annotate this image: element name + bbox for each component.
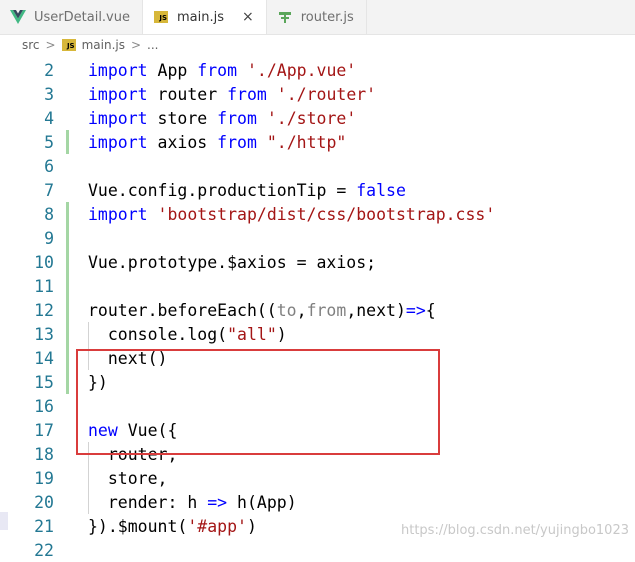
git-added-marker — [66, 202, 69, 226]
line-number: 17 — [34, 420, 54, 440]
chevron-right-icon: > — [45, 38, 56, 52]
line-number: 10 — [34, 252, 54, 272]
line-number: 8 — [44, 204, 54, 224]
git-added-marker — [66, 370, 69, 394]
code-line[interactable]: 5 import axios from "./http" — [0, 130, 635, 154]
breadcrumb: src > JS main.js > ... — [0, 34, 635, 56]
breadcrumb-folder[interactable]: src — [22, 38, 40, 52]
breadcrumb-file[interactable]: main.js — [82, 38, 125, 52]
tab-label: router.js — [300, 9, 354, 25]
code-line[interactable]: 10 Vue.prototype.$axios = axios; — [0, 250, 635, 274]
code-line[interactable]: 12 router.beforeEach((to,from,next)=>{ — [0, 298, 635, 322]
close-icon[interactable]: × — [242, 9, 254, 25]
code-text: import 'bootstrap/dist/css/bootstrap.css… — [88, 204, 496, 224]
line-number: 3 — [44, 84, 54, 104]
line-number: 18 — [34, 444, 54, 464]
code-line[interactable]: 4 import store from './store' — [0, 106, 635, 130]
git-added-marker — [66, 274, 69, 298]
git-added-marker — [66, 250, 69, 274]
line-number: 4 — [44, 108, 54, 128]
code-line[interactable]: 19 store, — [0, 466, 635, 490]
code-line[interactable]: 6 — [0, 154, 635, 178]
line-number: 9 — [44, 228, 54, 248]
code-text: import router from './router' — [88, 84, 377, 104]
line-number: 21 — [34, 516, 54, 536]
js-icon: JS — [61, 39, 76, 51]
code-line[interactable]: 11 — [0, 274, 635, 298]
git-added-marker — [66, 298, 69, 322]
code-text: import axios from "./http" — [88, 132, 347, 152]
code-text: store, — [88, 468, 168, 488]
watermark: https://blog.csdn.net/yujingbo1023 — [401, 523, 629, 538]
highlight-box — [76, 349, 440, 455]
line-number: 22 — [34, 540, 54, 560]
chevron-right-icon: > — [130, 38, 142, 52]
code-line[interactable]: 7 Vue.config.productionTip = false — [0, 178, 635, 202]
line-number: 13 — [34, 324, 54, 344]
git-added-marker — [66, 130, 69, 154]
code-line[interactable]: 13 console.log("all") — [0, 322, 635, 346]
git-added-marker — [66, 346, 69, 370]
editor-tab-bar: UserDetail.vue JS main.js × router.js — [0, 0, 635, 35]
code-text: Vue.prototype.$axios = axios; — [88, 252, 377, 272]
code-line[interactable]: 22 — [0, 538, 635, 562]
breadcrumb-more[interactable]: ... — [147, 38, 158, 52]
js-icon: JS — [153, 9, 169, 25]
line-number: 12 — [34, 300, 54, 320]
line-number: 2 — [44, 60, 54, 80]
line-number: 19 — [34, 468, 54, 488]
tab-label: UserDetail.vue — [34, 9, 130, 25]
code-line[interactable]: 20 render: h => h(App) — [0, 490, 635, 514]
router-file-icon — [277, 9, 293, 25]
line-number: 20 — [34, 492, 54, 512]
code-text: }).$mount('#app') — [88, 516, 257, 536]
line-number: 6 — [44, 156, 54, 176]
code-line[interactable]: 9 — [0, 226, 635, 250]
code-line[interactable]: 3 import router from './router' — [0, 82, 635, 106]
vue-icon — [10, 9, 26, 25]
code-text: render: h => h(App) — [88, 492, 297, 512]
tab-main-js[interactable]: JS main.js × — [143, 0, 267, 34]
code-line[interactable]: 8 import 'bootstrap/dist/css/bootstrap.c… — [0, 202, 635, 226]
tab-router-js[interactable]: router.js — [267, 0, 367, 34]
line-number: 7 — [44, 180, 54, 200]
code-text: router.beforeEach((to,from,next)=>{ — [88, 300, 436, 320]
code-line[interactable]: 2 import App from './App.vue' — [0, 58, 635, 82]
git-added-marker — [66, 226, 69, 250]
line-number: 15 — [34, 372, 54, 392]
git-added-marker — [66, 322, 69, 346]
code-text: import store from './store' — [88, 108, 357, 128]
line-number: 11 — [34, 276, 54, 296]
tab-userdetail-vue[interactable]: UserDetail.vue — [0, 0, 143, 34]
line-number: 16 — [34, 396, 54, 416]
tab-label: main.js — [177, 9, 224, 25]
line-number: 14 — [34, 348, 54, 368]
code-text: console.log("all") — [88, 324, 287, 344]
code-text: Vue.config.productionTip = false — [88, 180, 406, 200]
code-text: import App from './App.vue' — [88, 60, 357, 80]
line-number: 5 — [44, 132, 54, 152]
code-editor[interactable]: 2 import App from './App.vue' 3 import r… — [0, 56, 635, 560]
